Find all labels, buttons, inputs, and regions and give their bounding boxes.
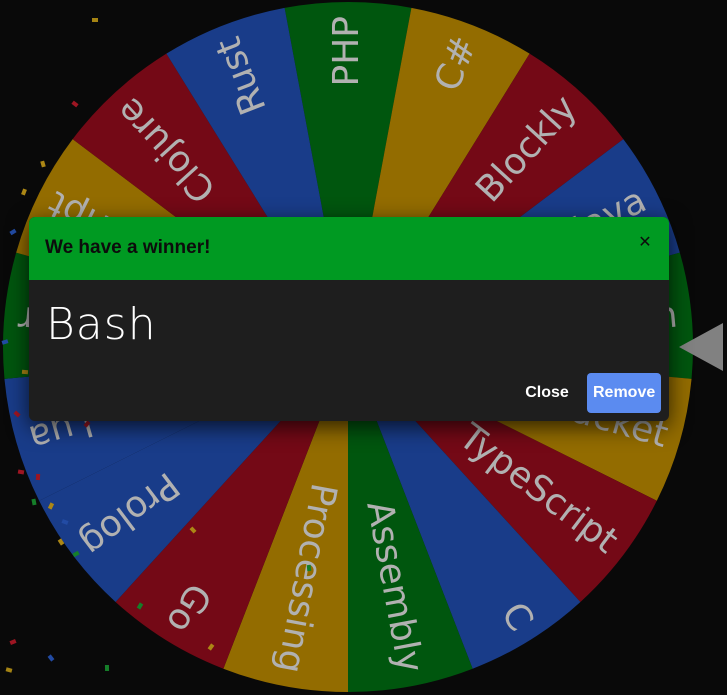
close-button[interactable]: Close — [516, 373, 578, 413]
wheel-stage: PHPC#BlocklyJavaBashRacketTypeScriptCAss… — [0, 0, 727, 695]
winner-dialog: We have a winner! ✕ Bash Close Remove — [29, 217, 669, 421]
dialog-title: We have a winner! — [45, 237, 211, 258]
dialog-header: We have a winner! ✕ — [29, 217, 669, 280]
winner-name: Bash — [46, 299, 157, 350]
remove-button[interactable]: Remove — [587, 373, 661, 413]
close-icon[interactable]: ✕ — [635, 231, 655, 253]
wheel-segment-label: PHP — [326, 16, 367, 87]
